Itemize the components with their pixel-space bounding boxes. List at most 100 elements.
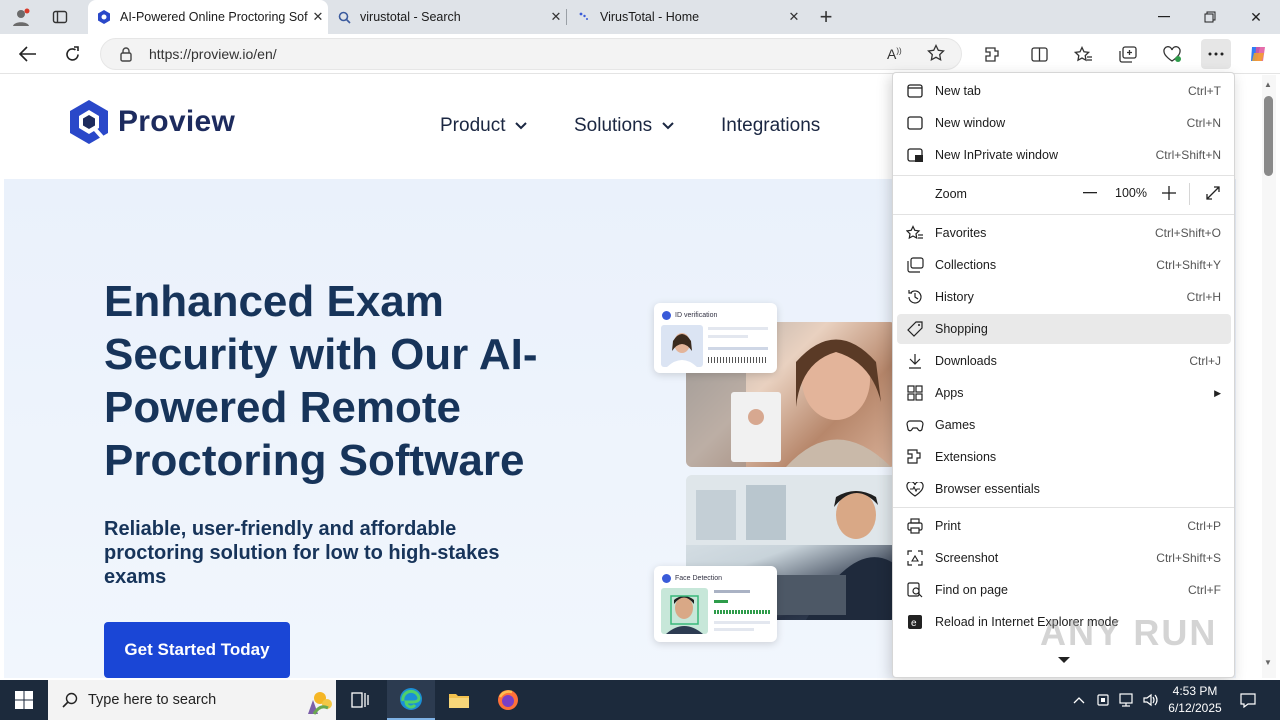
start-button[interactable] bbox=[0, 680, 48, 720]
menu-item-favorites[interactable]: Favorites Ctrl+Shift+O bbox=[897, 218, 1231, 248]
restore-button[interactable] bbox=[1187, 0, 1233, 34]
menu-item-extensions[interactable]: Extensions bbox=[897, 442, 1231, 472]
tab-virustotal-home[interactable]: VirusTotal - Home ✕ bbox=[568, 0, 804, 34]
favorite-star-icon[interactable] bbox=[927, 43, 945, 67]
placeholder-line bbox=[714, 600, 728, 603]
volume-icon[interactable] bbox=[1140, 680, 1162, 720]
zoom-in-button[interactable] bbox=[1155, 179, 1183, 207]
chevron-down-icon bbox=[515, 119, 528, 133]
nav-label: Solutions bbox=[574, 115, 653, 136]
menu-item-label: Games bbox=[935, 418, 976, 432]
close-window-button[interactable]: ✕ bbox=[1233, 0, 1279, 34]
taskbar-search[interactable]: Type here to search bbox=[48, 680, 336, 720]
menu-item-shortcut: Ctrl+H bbox=[1186, 290, 1221, 304]
zoom-divider bbox=[1189, 183, 1190, 205]
nav-solutions[interactable]: Solutions bbox=[574, 115, 674, 137]
firefox-icon[interactable] bbox=[486, 680, 530, 720]
menu-divider bbox=[893, 175, 1234, 176]
menu-item-label: Print bbox=[935, 519, 961, 533]
menu-item-shopping[interactable]: Shopping bbox=[897, 314, 1231, 344]
virustotal-icon bbox=[576, 9, 592, 25]
nav-label: Integrations bbox=[721, 115, 821, 136]
scroll-up-icon[interactable]: ▲ bbox=[1264, 80, 1272, 89]
menu-item-games[interactable]: Games bbox=[897, 410, 1231, 440]
history-icon bbox=[905, 289, 925, 305]
menu-item-label: Downloads bbox=[935, 354, 997, 368]
close-tab-icon[interactable]: ✕ bbox=[784, 9, 804, 25]
refresh-button[interactable] bbox=[57, 39, 87, 69]
favorites-bar-icon[interactable] bbox=[1068, 39, 1098, 69]
edge-taskbar-icon[interactable] bbox=[387, 680, 435, 720]
extensions-icon[interactable] bbox=[977, 39, 1007, 69]
search-icon bbox=[336, 9, 352, 25]
chevron-down-icon bbox=[662, 119, 674, 133]
file-explorer-icon[interactable] bbox=[437, 680, 481, 720]
tab-virustotal-search[interactable]: virustotal - Search ✕ bbox=[328, 0, 566, 34]
menu-item-shortcut: Ctrl+Shift+N bbox=[1155, 148, 1221, 162]
nav-integrations[interactable]: Integrations bbox=[721, 115, 820, 137]
menu-item-new-tab[interactable]: New tab Ctrl+T bbox=[897, 76, 1231, 106]
proview-logo-icon bbox=[70, 100, 108, 144]
network-icon[interactable] bbox=[1116, 680, 1138, 720]
close-tab-icon[interactable]: ✕ bbox=[308, 9, 328, 25]
copilot-icon[interactable] bbox=[1243, 39, 1273, 69]
face-photo-thumbnail bbox=[661, 588, 708, 634]
collections-icon bbox=[905, 257, 925, 273]
menu-item-collections[interactable]: Collections Ctrl+Shift+Y bbox=[897, 250, 1231, 280]
menu-item-new-inprivate-window[interactable]: New InPrivate window Ctrl+Shift+N bbox=[897, 140, 1231, 170]
settings-more-button[interactable] bbox=[1201, 39, 1231, 69]
notification-icon[interactable] bbox=[1232, 680, 1264, 720]
menu-item-label: Extensions bbox=[935, 450, 997, 464]
zoom-value: 100% bbox=[1115, 186, 1147, 200]
menu-item-shortcut: Ctrl+F bbox=[1188, 583, 1221, 597]
tab-actions-icon[interactable] bbox=[45, 2, 75, 32]
zoom-out-button[interactable] bbox=[1076, 179, 1104, 207]
profile-icon[interactable] bbox=[6, 2, 36, 32]
tab-proview[interactable]: AI-Powered Online Proctoring Sof ✕ bbox=[88, 0, 328, 34]
id-photo-thumbnail bbox=[661, 325, 703, 367]
card-badge-icon bbox=[662, 311, 671, 320]
minimize-button[interactable] bbox=[1141, 0, 1187, 34]
proview-logo[interactable]: Proview bbox=[68, 99, 235, 145]
svg-text:e: e bbox=[911, 618, 917, 629]
menu-item-shortcut: Ctrl+T bbox=[1188, 84, 1221, 98]
menu-item-apps[interactable]: Apps ▶ bbox=[897, 378, 1231, 408]
nav-product[interactable]: Product bbox=[440, 115, 528, 137]
menu-item-history[interactable]: History Ctrl+H bbox=[897, 282, 1231, 312]
windows-taskbar: Type here to search 4:53 PM 6/12/2025 bbox=[0, 680, 1280, 720]
new-tab-button[interactable]: + bbox=[811, 2, 841, 32]
id-verification-card: ID verification bbox=[654, 303, 777, 373]
read-aloud-icon[interactable]: A)) bbox=[887, 46, 902, 62]
split-screen-icon[interactable] bbox=[1024, 39, 1054, 69]
menu-item-label: Apps bbox=[935, 386, 964, 400]
tab-divider bbox=[566, 9, 567, 25]
menu-item-label: Shopping bbox=[935, 322, 988, 336]
scrollbar-thumb[interactable] bbox=[1264, 96, 1273, 176]
menu-item-label: Find on page bbox=[935, 583, 1008, 597]
menu-item-browser-essentials[interactable]: Browser essentials bbox=[897, 474, 1231, 504]
browser-essentials-icon[interactable] bbox=[1157, 39, 1187, 69]
anyrun-watermark: ANY RUN bbox=[1040, 612, 1218, 653]
security-tray-icon[interactable] bbox=[1092, 680, 1114, 720]
back-button[interactable] bbox=[13, 39, 43, 69]
clock-date: 6/12/2025 bbox=[1168, 701, 1222, 715]
menu-item-label: New tab bbox=[935, 84, 981, 98]
tray-overflow-icon[interactable] bbox=[1068, 680, 1090, 720]
menu-item-downloads[interactable]: Downloads Ctrl+J bbox=[897, 346, 1231, 376]
system-clock[interactable]: 4:53 PM 6/12/2025 bbox=[1166, 683, 1224, 717]
menu-item-find-on-page[interactable]: Find on page Ctrl+F bbox=[897, 575, 1231, 605]
collections-icon[interactable] bbox=[1113, 39, 1143, 69]
fullscreen-button[interactable] bbox=[1199, 179, 1227, 207]
menu-item-label: New window bbox=[935, 116, 1006, 130]
site-info-icon[interactable] bbox=[119, 46, 133, 67]
ie-mode-icon: e bbox=[905, 614, 925, 630]
menu-item-print[interactable]: Print Ctrl+P bbox=[897, 511, 1231, 541]
menu-item-screenshot[interactable]: Screenshot Ctrl+Shift+S bbox=[897, 543, 1231, 573]
menu-item-new-window[interactable]: New window Ctrl+N bbox=[897, 108, 1231, 138]
address-bar[interactable]: https://proview.io/en/ A)) bbox=[100, 38, 962, 70]
new-window-icon bbox=[905, 116, 925, 130]
scroll-down-icon[interactable]: ▼ bbox=[1264, 658, 1272, 667]
close-tab-icon[interactable]: ✕ bbox=[546, 9, 566, 25]
task-view-icon[interactable] bbox=[338, 680, 382, 720]
get-started-button[interactable]: Get Started Today bbox=[104, 622, 290, 678]
